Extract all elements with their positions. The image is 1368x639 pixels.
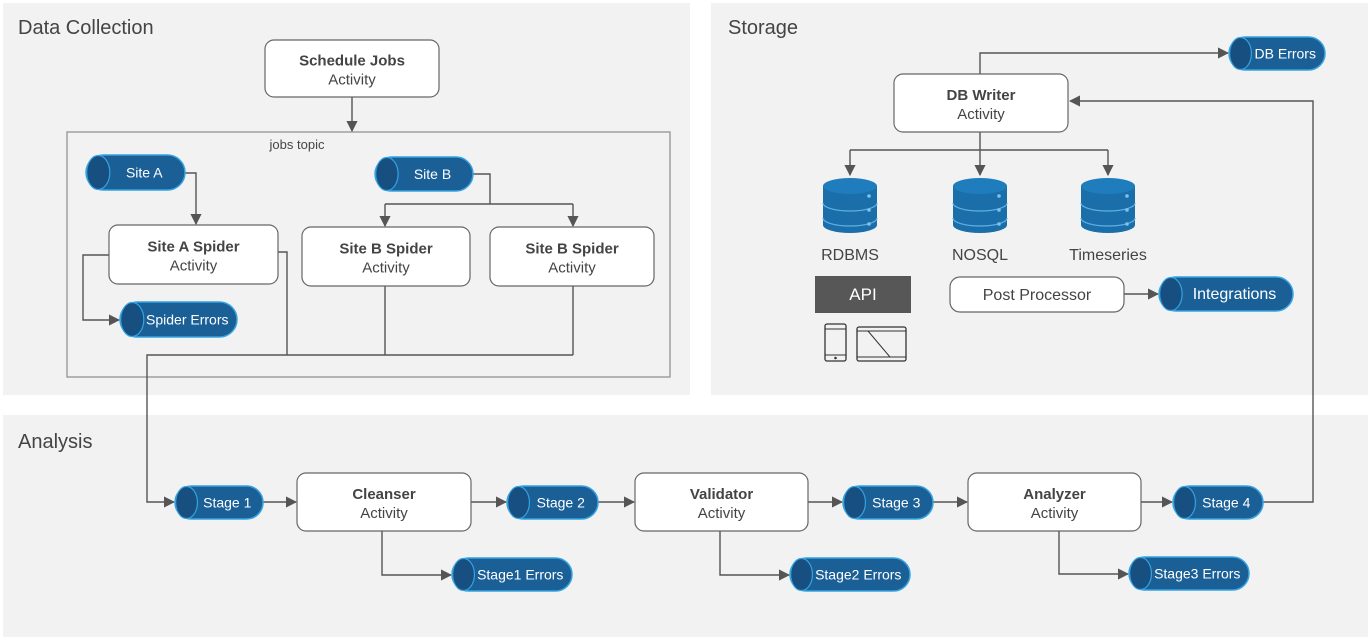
database-top — [1081, 178, 1135, 194]
post-processor[interactable]: Post Processor — [949, 276, 1125, 313]
topic-label: Stage1 Errors — [477, 567, 563, 583]
activity-subtitle: Activity — [362, 260, 410, 277]
activity-title: Schedule Jobs — [299, 53, 405, 70]
activity-subtitle: Activity — [957, 106, 1005, 123]
database-rdbms: RDBMS — [821, 178, 879, 264]
activity-site-b-spider-2[interactable]: Site B Spider Activity — [489, 226, 655, 287]
database-led — [1125, 194, 1129, 198]
database-led — [997, 222, 1001, 226]
topic-cap — [1159, 276, 1183, 312]
activity-title: Site A Spider — [147, 239, 239, 256]
activity-title: Site B Spider — [339, 241, 433, 258]
topic-cap — [507, 485, 531, 520]
database-led — [867, 222, 871, 226]
database-label: Timeseries — [1069, 247, 1147, 264]
topic-label: Spider Errors — [146, 312, 228, 328]
database-label: NOSQL — [952, 247, 1008, 264]
topic-stage1-errors[interactable]: Stage1 Errors — [451, 557, 573, 592]
topic-cap — [375, 156, 399, 192]
topic-label: DB Errors — [1255, 46, 1316, 62]
topic-site-b[interactable]: Site B — [374, 156, 474, 192]
database-led — [1125, 208, 1129, 212]
activity-title: Site B Spider — [525, 241, 619, 258]
topic-label: Stage 1 — [203, 495, 251, 511]
topic-label: Stage2 Errors — [815, 567, 901, 583]
post-processor-label: Post Processor — [983, 287, 1092, 304]
topic-cap — [175, 485, 199, 520]
panel-title: Data Collection — [18, 17, 154, 39]
topic-cap — [1129, 556, 1153, 591]
topic-stage3[interactable]: Stage 3 — [842, 485, 934, 520]
topic-cap — [86, 154, 111, 191]
phone-button — [834, 356, 837, 360]
topic-cap — [790, 557, 814, 592]
topic-cap — [452, 557, 476, 592]
topic-cap — [843, 485, 867, 520]
topic-site-a[interactable]: Site A — [85, 154, 186, 191]
activity-analyzer[interactable]: Analyzer Activity — [967, 472, 1142, 532]
topic-label: Stage 3 — [872, 495, 920, 511]
activity-subtitle: Activity — [1031, 505, 1079, 522]
topic-label: Stage3 Errors — [1154, 566, 1240, 582]
topic-stage3-errors[interactable]: Stage3 Errors — [1128, 556, 1250, 591]
topic-stage1[interactable]: Stage 1 — [174, 485, 264, 520]
topic-cap — [120, 301, 145, 338]
api-label: API — [849, 285, 876, 304]
topic-label: Integrations — [1193, 286, 1277, 303]
database-led — [997, 194, 1001, 198]
topic-cap — [1229, 36, 1253, 71]
panel-title: Analysis — [18, 431, 92, 453]
activity-site-b-spider-1[interactable]: Site B Spider Activity — [301, 226, 471, 287]
activity-subtitle: Activity — [328, 72, 376, 89]
topic-stage2-errors[interactable]: Stage2 Errors — [789, 557, 911, 592]
activity-validator[interactable]: Validator Activity — [634, 472, 809, 532]
activity-subtitle: Activity — [170, 258, 218, 275]
topic-stage2[interactable]: Stage 2 — [506, 485, 599, 520]
database-led — [867, 194, 871, 198]
database-top — [953, 178, 1007, 194]
database-label: RDBMS — [821, 247, 879, 264]
topic-label: Site A — [126, 165, 163, 181]
topic-label: Site B — [414, 166, 451, 182]
architecture-diagram: Data Collection Storage Analysis jobs topic… — [3, 3, 1368, 637]
activity-subtitle: Activity — [698, 505, 746, 522]
activity-title: DB Writer — [947, 87, 1016, 104]
activity-cleanser[interactable]: Cleanser Activity — [296, 472, 472, 532]
activity-title: Analyzer — [1023, 486, 1086, 503]
activity-db-writer[interactable]: DB Writer Activity — [893, 73, 1069, 133]
database-nosql: NOSQL — [952, 178, 1008, 264]
jobs-topic-label: jobs topic — [269, 137, 325, 152]
topic-spider-errors[interactable]: Spider Errors — [119, 301, 238, 338]
api-block[interactable]: API — [815, 276, 911, 313]
topic-db-errors[interactable]: DB Errors — [1228, 36, 1326, 71]
topic-cap — [1173, 485, 1197, 520]
activity-title: Validator — [690, 486, 754, 503]
activity-subtitle: Activity — [548, 260, 596, 277]
topic-integrations[interactable]: Integrations — [1158, 276, 1294, 312]
database-led — [867, 208, 871, 212]
activity-subtitle: Activity — [360, 505, 408, 522]
activity-schedule[interactable]: Schedule Jobs Activity — [264, 39, 440, 98]
topic-label: Stage 4 — [1202, 495, 1250, 511]
database-top — [823, 178, 877, 194]
activity-title: Cleanser — [352, 486, 416, 503]
topic-label: Stage 2 — [537, 495, 585, 511]
topic-stage4[interactable]: Stage 4 — [1172, 485, 1264, 520]
database-led — [1125, 222, 1129, 226]
activity-site-a-spider[interactable]: Site A Spider Activity — [108, 224, 279, 285]
panel-title: Storage — [728, 17, 798, 39]
database-led — [997, 208, 1001, 212]
